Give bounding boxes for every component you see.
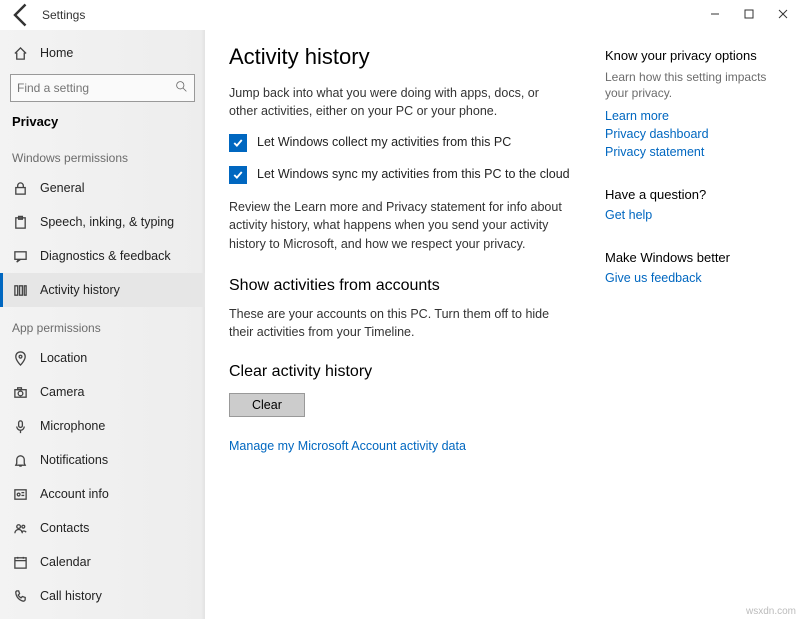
maximize-button[interactable] bbox=[732, 0, 766, 28]
sidebar-item-label: Microphone bbox=[40, 419, 105, 433]
get-help-link[interactable]: Get help bbox=[605, 208, 769, 222]
privacy-dashboard-link[interactable]: Privacy dashboard bbox=[605, 127, 769, 141]
clear-button[interactable]: Clear bbox=[229, 393, 305, 417]
search-box[interactable] bbox=[10, 74, 195, 102]
checkbox-checked-icon bbox=[229, 134, 247, 152]
checkbox-label: Let Windows collect my activities from t… bbox=[257, 134, 511, 150]
sidebar-item-home[interactable]: Home bbox=[0, 36, 205, 70]
sidebar-item-label: Speech, inking, & typing bbox=[40, 215, 174, 229]
search-input[interactable] bbox=[17, 81, 175, 95]
sidebar-item-label: Notifications bbox=[40, 453, 108, 467]
sidebar-item-email[interactable]: Email bbox=[0, 613, 205, 619]
sidebar-item-label: Location bbox=[40, 351, 87, 365]
phone-icon bbox=[12, 589, 28, 604]
contacts-icon bbox=[12, 521, 28, 536]
intro-text: Jump back into what you were doing with … bbox=[229, 84, 569, 120]
minimize-button[interactable] bbox=[698, 0, 732, 28]
lock-icon bbox=[12, 181, 28, 196]
sidebar-item-contacts[interactable]: Contacts bbox=[0, 511, 205, 545]
accounts-text: These are your accounts on this PC. Turn… bbox=[229, 305, 569, 341]
title-bar: Settings bbox=[0, 0, 800, 30]
sidebar-item-label: General bbox=[40, 181, 84, 195]
search-icon bbox=[175, 80, 188, 96]
sidebar-item-camera[interactable]: Camera bbox=[0, 375, 205, 409]
sidebar-item-label: Contacts bbox=[40, 521, 89, 535]
sidebar-item-label: Account info bbox=[40, 487, 109, 501]
content-column: Activity history Jump back into what you… bbox=[229, 44, 599, 619]
sidebar: Home Privacy Windows permissions General… bbox=[0, 30, 205, 619]
clipboard-icon bbox=[12, 215, 28, 230]
sidebar-item-notifications[interactable]: Notifications bbox=[0, 443, 205, 477]
sidebar-item-microphone[interactable]: Microphone bbox=[0, 409, 205, 443]
privacy-options-heading: Know your privacy options bbox=[605, 48, 769, 63]
checkbox-checked-icon bbox=[229, 166, 247, 184]
feedback-icon bbox=[12, 249, 28, 264]
bell-icon bbox=[12, 453, 28, 468]
close-button[interactable] bbox=[766, 0, 800, 28]
sidebar-item-diagnostics[interactable]: Diagnostics & feedback bbox=[0, 239, 205, 273]
sidebar-group-windows: Windows permissions bbox=[0, 137, 205, 171]
sidebar-item-calendar[interactable]: Calendar bbox=[0, 545, 205, 579]
calendar-icon bbox=[12, 555, 28, 570]
location-icon bbox=[12, 351, 28, 366]
manage-account-link[interactable]: Manage my Microsoft Account activity dat… bbox=[229, 439, 599, 453]
clear-heading: Clear activity history bbox=[229, 363, 599, 381]
privacy-statement-link[interactable]: Privacy statement bbox=[605, 145, 769, 159]
sidebar-item-label: Calendar bbox=[40, 555, 91, 569]
window-title: Settings bbox=[42, 8, 85, 22]
learn-more-link[interactable]: Learn more bbox=[605, 109, 769, 123]
watermark: wsxdn.com bbox=[746, 606, 796, 617]
feedback-link[interactable]: Give us feedback bbox=[605, 271, 769, 285]
checkbox-sync[interactable]: Let Windows sync my activities from this… bbox=[229, 166, 599, 184]
sidebar-item-label: Diagnostics & feedback bbox=[40, 249, 171, 263]
sidebar-item-call-history[interactable]: Call history bbox=[0, 579, 205, 613]
checkbox-collect[interactable]: Let Windows collect my activities from t… bbox=[229, 134, 599, 152]
app-body: Home Privacy Windows permissions General… bbox=[0, 30, 800, 619]
sidebar-item-activity-history[interactable]: Activity history bbox=[0, 273, 205, 307]
account-icon bbox=[12, 487, 28, 502]
sidebar-item-general[interactable]: General bbox=[0, 171, 205, 205]
camera-icon bbox=[12, 385, 28, 400]
microphone-icon bbox=[12, 419, 28, 434]
sidebar-item-label: Home bbox=[40, 46, 73, 60]
accounts-heading: Show activities from accounts bbox=[229, 277, 599, 295]
right-column: Know your privacy options Learn how this… bbox=[599, 44, 769, 619]
sidebar-section-label: Privacy bbox=[0, 112, 205, 137]
page-title: Activity history bbox=[229, 44, 599, 70]
question-heading: Have a question? bbox=[605, 187, 769, 202]
sidebar-item-location[interactable]: Location bbox=[0, 341, 205, 375]
sidebar-item-label: Call history bbox=[40, 589, 102, 603]
sidebar-group-app: App permissions bbox=[0, 307, 205, 341]
sidebar-item-label: Activity history bbox=[40, 283, 120, 297]
privacy-options-sub: Learn how this setting impacts your priv… bbox=[605, 69, 769, 101]
back-button[interactable] bbox=[8, 1, 36, 29]
home-icon bbox=[12, 46, 28, 61]
better-heading: Make Windows better bbox=[605, 250, 769, 265]
sidebar-item-label: Camera bbox=[40, 385, 84, 399]
sidebar-item-speech[interactable]: Speech, inking, & typing bbox=[0, 205, 205, 239]
checkbox-label: Let Windows sync my activities from this… bbox=[257, 166, 570, 182]
activity-icon bbox=[12, 283, 28, 298]
sidebar-item-account-info[interactable]: Account info bbox=[0, 477, 205, 511]
review-text: Review the Learn more and Privacy statem… bbox=[229, 198, 569, 252]
main-area: Activity history Jump back into what you… bbox=[205, 30, 800, 619]
